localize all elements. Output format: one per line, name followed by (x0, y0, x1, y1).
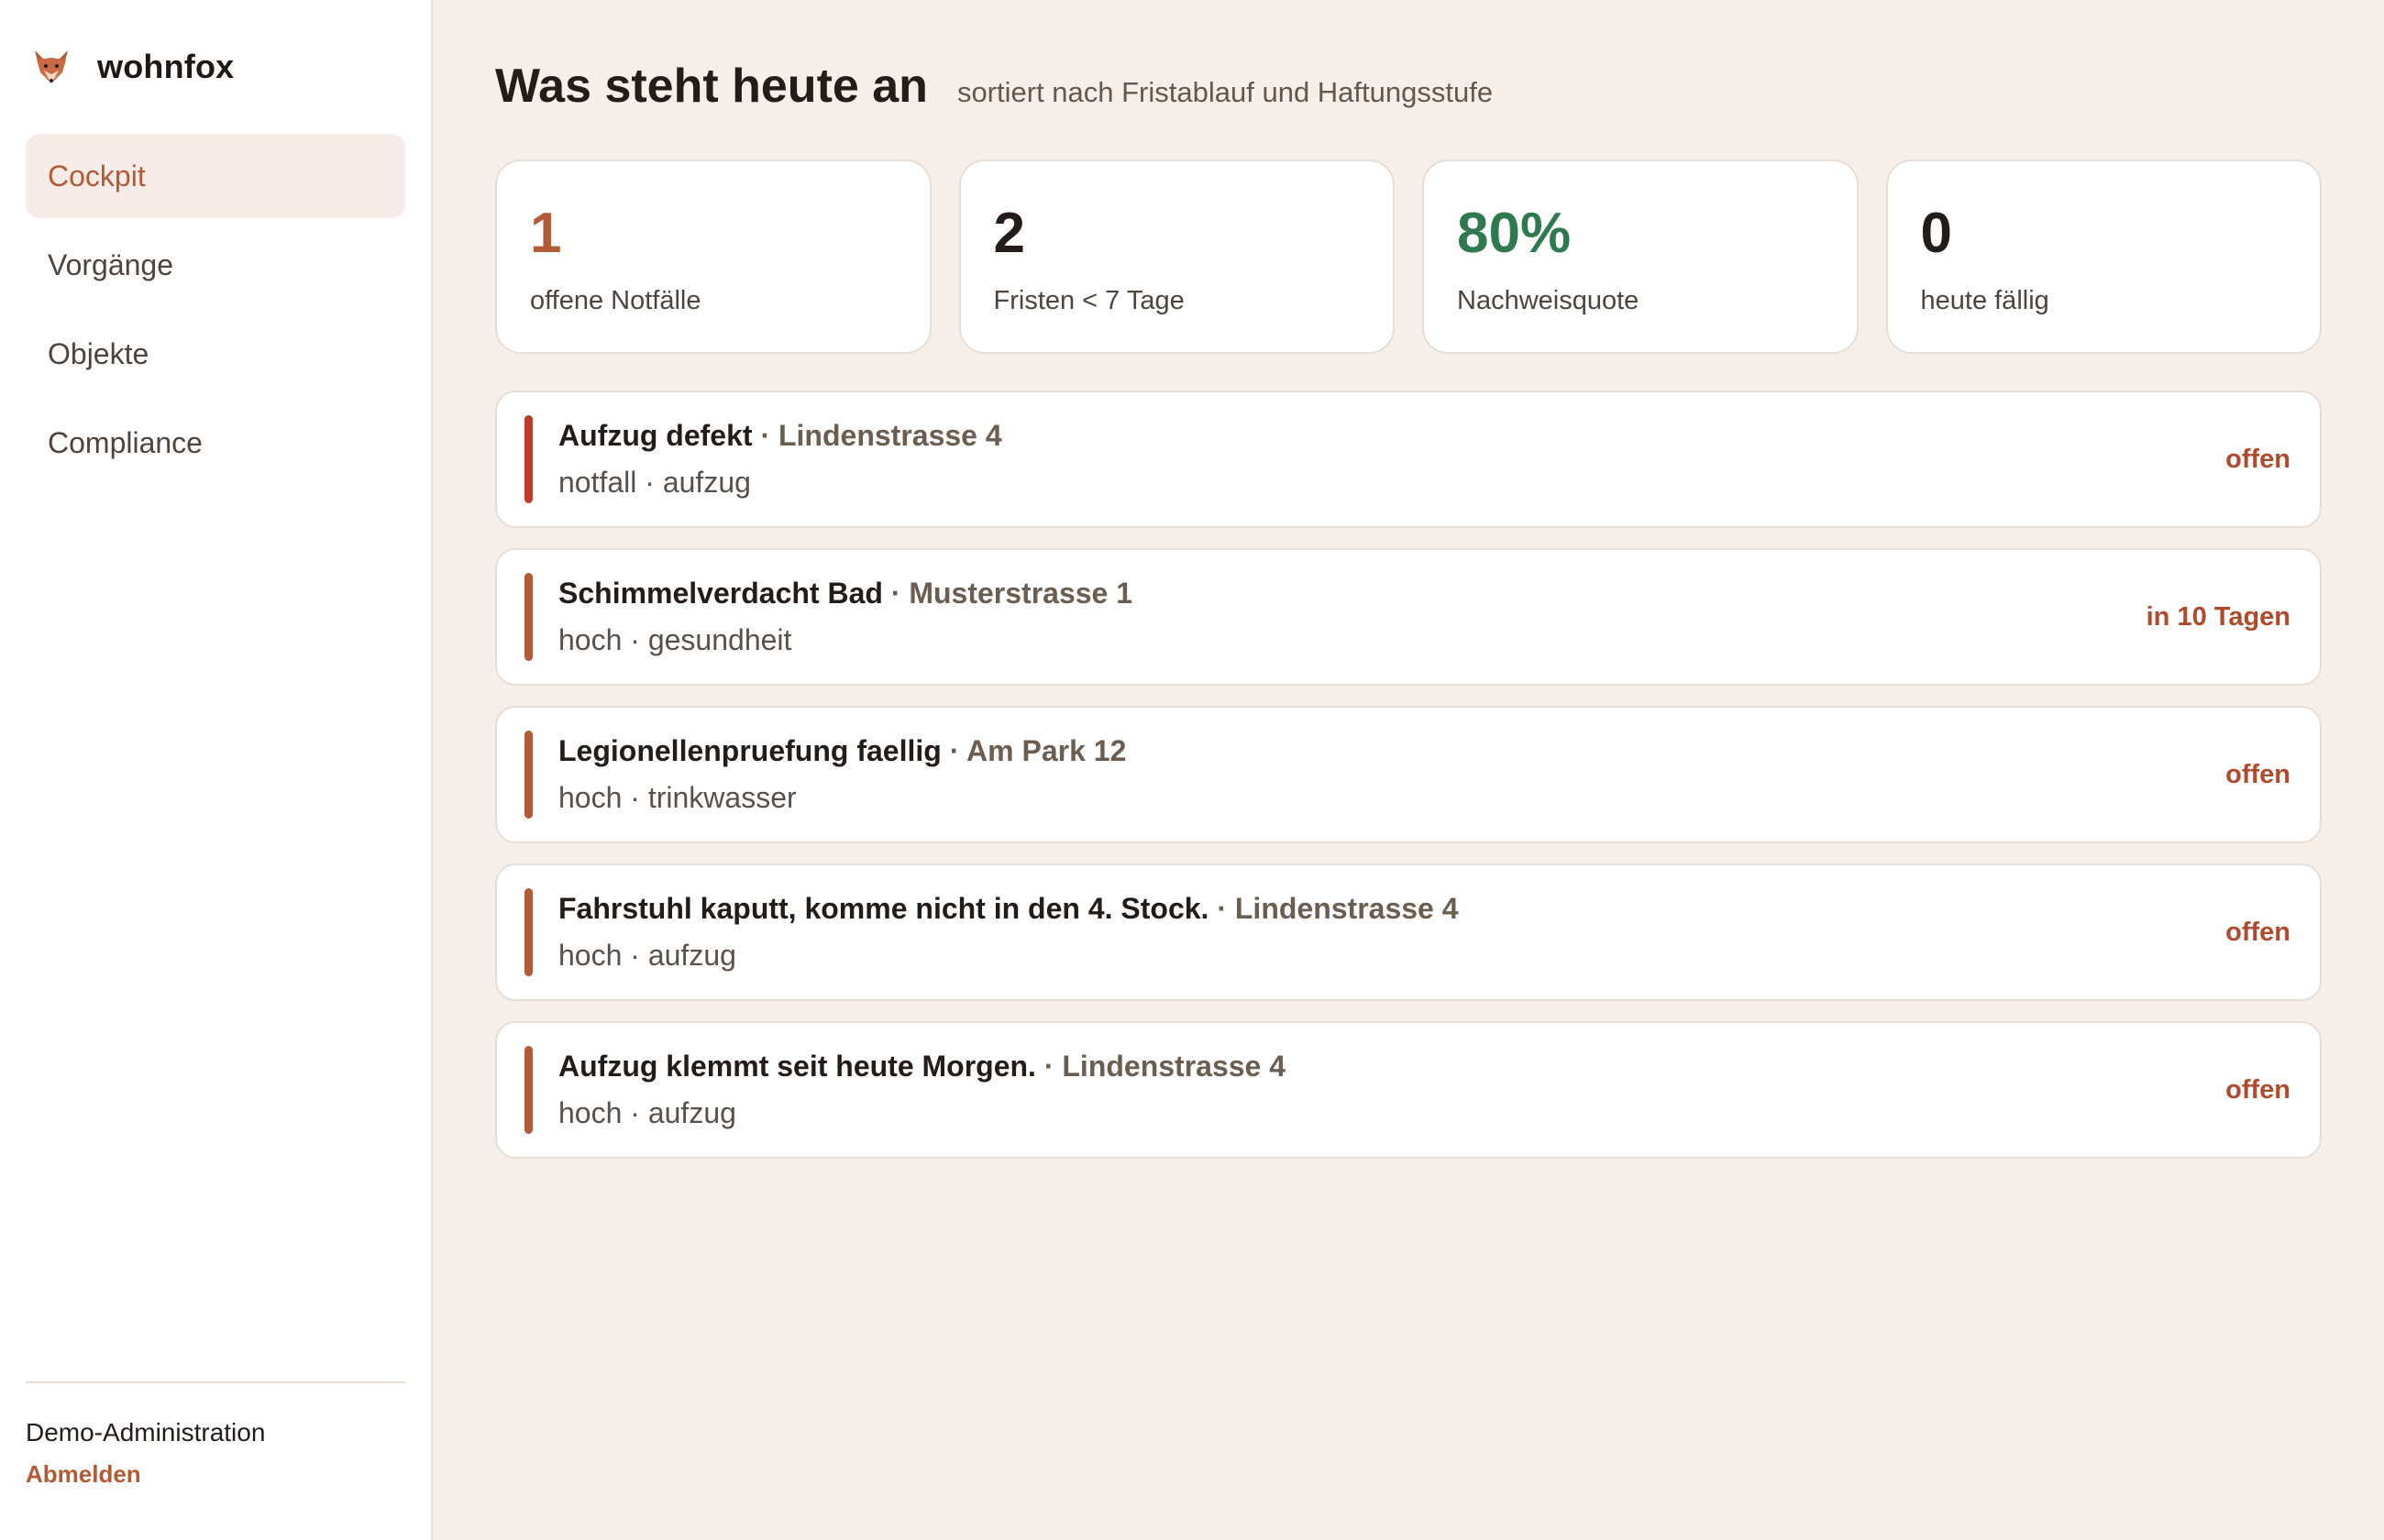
separator: · (1043, 1050, 1063, 1083)
severity-bar (524, 1046, 533, 1134)
fox-icon (35, 50, 68, 83)
item-title: Aufzug defekt (558, 419, 753, 452)
user-name: Demo-Administration (26, 1418, 266, 1446)
sidebar-nav: Cockpit Vorgänge Objekte Compliance (26, 134, 405, 485)
list-item[interactable]: Aufzug defekt · Lindenstrasse 4 notfall … (495, 390, 2322, 528)
sidebar-item-cockpit[interactable]: Cockpit (26, 134, 405, 218)
task-list: Aufzug defekt · Lindenstrasse 4 notfall … (495, 390, 2322, 1159)
item-meta: hoch · aufzug (558, 939, 736, 972)
main-content: Was steht heute an sortiert nach Fristab… (433, 0, 2384, 1540)
item-title: Schimmelverdacht Bad (558, 577, 883, 610)
item-location: Lindenstrasse 4 (778, 419, 1002, 452)
status-badge: in 10 Tagen (2146, 601, 2290, 632)
item-meta: hoch · aufzug (558, 1096, 736, 1129)
severity-bar (524, 888, 533, 976)
item-title: Legionellenpruefung faellig (558, 734, 942, 767)
kpi-card-nachweisquote[interactable]: 80% Nachweisquote (1422, 160, 1859, 354)
sidebar-item-vorgaenge[interactable]: Vorgänge (26, 223, 405, 307)
page-subtitle: sortiert nach Fristablauf und Haftungsst… (956, 76, 1494, 108)
item-meta: notfall · aufzug (558, 466, 751, 499)
status-badge: offen (2225, 917, 2290, 947)
item-location: Lindenstrasse 4 (1234, 892, 1459, 925)
list-item[interactable]: Legionellenpruefung faellig · Am Park 12… (495, 706, 2322, 843)
kpi-label: Fristen < 7 Tage (993, 286, 1185, 315)
kpi-label: offene Notfälle (530, 286, 701, 315)
severity-bar (524, 731, 533, 819)
kpi-value: 80% (1457, 202, 1572, 265)
kpi-card-heute-faellig[interactable]: 0 heute fällig (1885, 160, 2322, 354)
sidebar-footer: Demo-Administration Abmelden (26, 1381, 405, 1489)
kpi-row: 1 offene Notfälle 2 Fristen < 7 Tage 80%… (495, 160, 2322, 354)
kpi-value: 0 (1920, 202, 1952, 265)
item-title: Aufzug klemmt seit heute Morgen. (558, 1050, 1036, 1083)
app-name: wohnfox (97, 48, 235, 85)
kpi-label: Nachweisquote (1457, 286, 1639, 315)
separator: · (1217, 892, 1235, 925)
sidebar: wohnfox Cockpit Vorgänge Objekte Complia… (0, 0, 433, 1540)
item-meta: hoch · gesundheit (558, 623, 792, 656)
item-location: Lindenstrasse 4 (1062, 1050, 1286, 1083)
list-item[interactable]: Fahrstuhl kaputt, komme nicht in den 4. … (495, 864, 2322, 1001)
logout-link[interactable]: Abmelden (26, 1460, 405, 1489)
separator: · (949, 734, 967, 767)
item-title: Fahrstuhl kaputt, komme nicht in den 4. … (558, 892, 1209, 925)
status-badge: offen (2225, 759, 2290, 789)
status-badge: offen (2225, 444, 2290, 474)
list-item[interactable]: Schimmelverdacht Bad · Musterstrasse 1 h… (495, 548, 2322, 686)
kpi-card-fristen[interactable]: 2 Fristen < 7 Tage (958, 160, 1395, 354)
sidebar-item-objekte[interactable]: Objekte (26, 312, 405, 396)
item-meta: hoch · trinkwasser (558, 781, 797, 814)
kpi-card-notfaelle[interactable]: 1 offene Notfälle (495, 160, 932, 354)
separator: · (890, 577, 910, 610)
item-location: Musterstrasse 1 (909, 577, 1133, 610)
kpi-value: 2 (993, 202, 1025, 265)
brand[interactable]: wohnfox (26, 0, 405, 134)
page-title: Was steht heute an (495, 60, 928, 113)
item-location: Am Park 12 (966, 734, 1127, 767)
severity-bar (524, 415, 533, 503)
sidebar-item-compliance[interactable]: Compliance (26, 401, 405, 485)
page-header: Was steht heute an sortiert nach Fristab… (495, 59, 2322, 128)
list-item[interactable]: Aufzug klemmt seit heute Morgen. · Linde… (495, 1021, 2322, 1159)
separator: · (760, 419, 778, 452)
kpi-label: heute fällig (1920, 286, 2049, 315)
status-badge: offen (2225, 1074, 2290, 1105)
kpi-value: 1 (530, 202, 562, 265)
severity-bar (524, 573, 533, 661)
